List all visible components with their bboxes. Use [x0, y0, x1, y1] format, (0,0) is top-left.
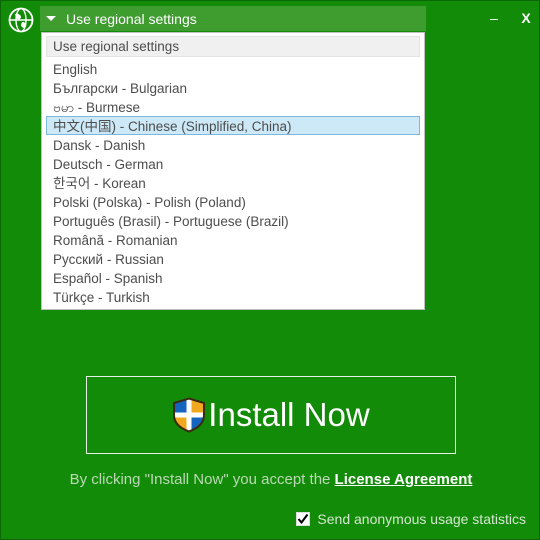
install-now-label: Install Now — [208, 396, 370, 433]
send-statistics-label: Send anonymous usage statistics — [317, 511, 526, 527]
list-item[interactable]: Português (Brasil) - Portuguese (Brazil) — [46, 211, 420, 230]
list-item[interactable]: Use regional settings — [46, 36, 420, 57]
shield-icon — [172, 397, 206, 433]
list-item[interactable]: Polski (Polska) - Polish (Poland) — [46, 192, 420, 211]
legal-prefix-text: By clicking "Install Now" you accept the — [69, 471, 335, 488]
usage-statistics-row: Send anonymous usage statistics — [1, 511, 526, 527]
legal-notice: By clicking "Install Now" you accept the… — [1, 471, 539, 488]
close-button[interactable]: X — [513, 6, 539, 30]
list-item[interactable]: Русский - Russian — [46, 249, 420, 268]
close-icon: X — [521, 10, 531, 26]
minimize-button[interactable]: ‒ — [481, 6, 507, 30]
send-statistics-checkbox[interactable] — [296, 512, 311, 526]
list-item[interactable]: Български - Bulgarian — [46, 78, 420, 97]
chevron-down-icon — [40, 16, 62, 21]
installer-window: Use regional settings ‒ X Use regional s… — [0, 0, 540, 540]
minimize-icon: ‒ — [490, 10, 498, 26]
list-item[interactable]: Türkçe - Turkish — [46, 287, 420, 306]
list-item[interactable]: Deutsch - German — [46, 154, 420, 173]
list-item[interactable]: Dansk - Danish — [46, 135, 420, 154]
language-combobox[interactable]: Use regional settings — [40, 6, 426, 31]
install-now-button[interactable]: Install Now — [86, 376, 456, 454]
language-combobox-value: Use regional settings — [66, 10, 197, 27]
list-item[interactable]: 한국어 - Korean — [46, 173, 420, 192]
list-item[interactable]: Español - Spanish — [46, 268, 420, 287]
globe-icon — [7, 6, 35, 34]
license-agreement-link[interactable]: License Agreement — [335, 471, 473, 488]
list-item[interactable]: English — [46, 59, 420, 78]
list-item[interactable]: 中文(中国) - Chinese (Simplified, China) — [46, 116, 420, 135]
checkmark-icon — [298, 513, 309, 525]
list-item[interactable]: Română - Romanian — [46, 230, 420, 249]
list-item[interactable]: ဗမာ - Burmese — [46, 97, 420, 116]
language-dropdown-list[interactable]: Use regional settings English Български - … — [41, 32, 425, 310]
